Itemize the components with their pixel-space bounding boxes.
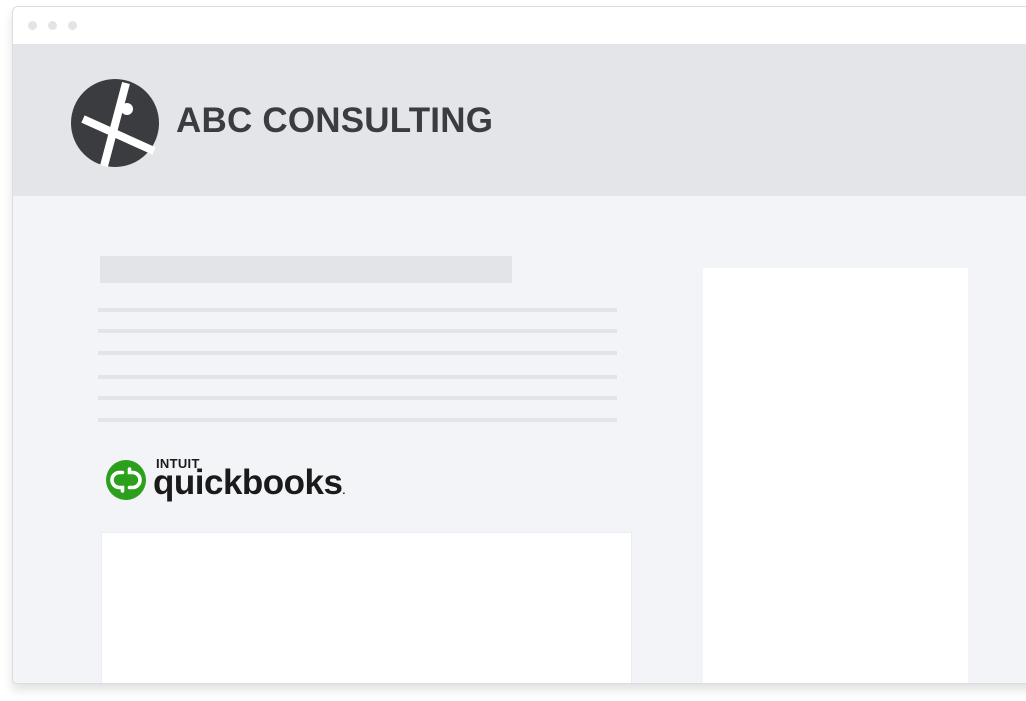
site-header: ABC CONSULTING (13, 44, 1026, 196)
quickbooks-qb-icon (106, 460, 146, 500)
text-line-placeholder (98, 351, 617, 355)
registered-mark: . (342, 486, 345, 497)
sidebar-card (703, 268, 968, 683)
window-control-dot[interactable] (48, 21, 57, 30)
quickbooks-wordmark: quickbooks. (153, 463, 345, 503)
text-line-placeholder (98, 308, 617, 312)
window-control-dot[interactable] (28, 21, 37, 30)
text-line-placeholder (98, 396, 617, 400)
quickbooks-logo: INTUIT quickbooks. (106, 453, 366, 505)
content-card (101, 532, 632, 683)
heading-placeholder (100, 256, 512, 283)
quickbooks-wordmark-text: quickbooks (153, 463, 343, 502)
abc-consulting-logo-icon[interactable] (70, 78, 160, 168)
window-control-dot[interactable] (68, 21, 77, 30)
brand-name[interactable]: ABC CONSULTING (176, 101, 493, 141)
text-line-placeholder (98, 375, 617, 379)
window-titlebar (13, 7, 1026, 44)
text-line-placeholder (98, 329, 617, 333)
text-line-placeholder (98, 418, 617, 422)
browser-window: ABC CONSULTING INTUIT quickbooks. (12, 6, 1026, 684)
